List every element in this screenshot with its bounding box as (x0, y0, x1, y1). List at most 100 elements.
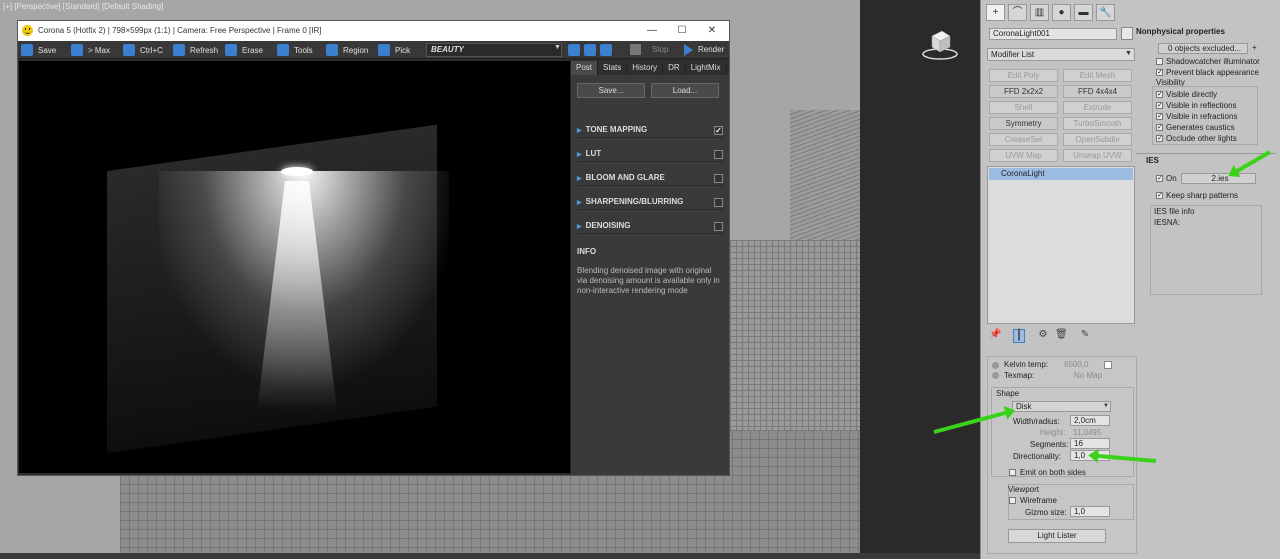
kelvin-color-swatch[interactable] (1104, 361, 1112, 369)
status-strip (0, 553, 980, 559)
stop-icon[interactable] (630, 44, 641, 55)
modifier-button[interactable]: CreaseSet (989, 133, 1058, 146)
texmap-radio[interactable] (992, 372, 999, 379)
modifier-button[interactable]: OpenSubdiv (1063, 133, 1132, 146)
save-button[interactable]: Save (21, 43, 56, 57)
tab-lightmix[interactable]: LightMix (686, 61, 727, 75)
generates-caustics-checkbox[interactable]: ✓ (1156, 124, 1163, 131)
viewcube-icon[interactable] (920, 22, 960, 62)
tab-modify[interactable]: ⌒ (1008, 4, 1027, 21)
nonphysical-title[interactable]: Nonphysical properties (1136, 27, 1225, 36)
vfb-tabs: Post Stats History DR LightMix (571, 61, 729, 75)
pin-stack-icon[interactable]: 📌 (989, 329, 1001, 343)
visible-refractions-checkbox[interactable]: ✓ (1156, 113, 1163, 120)
section-tone-mapping[interactable]: ▶ TONE MAPPING ✓ (577, 122, 723, 138)
bloom-glare-checkbox[interactable] (714, 174, 723, 183)
tools-button[interactable]: Tools (277, 43, 313, 57)
width-spinner[interactable]: 2,0cm (1070, 415, 1110, 426)
modifier-button[interactable]: Edit Poly (989, 69, 1058, 82)
channel-dropdown[interactable]: BEAUTY (426, 43, 562, 57)
tab-hierarchy[interactable]: ▥ (1030, 4, 1049, 21)
tone-mapping-checkbox[interactable]: ✓ (714, 126, 723, 135)
zoom-out-icon[interactable] (584, 44, 596, 56)
wireframe-checkbox[interactable] (1009, 497, 1016, 504)
modifier-button[interactable]: FFD 4x4x4 (1063, 85, 1132, 98)
texmap-button[interactable]: No Map (1074, 371, 1102, 380)
object-name-field[interactable]: CoronaLight001 (989, 28, 1117, 40)
visible-directly-checkbox[interactable]: ✓ (1156, 91, 1163, 98)
tab-display[interactable]: ▬ (1074, 4, 1093, 21)
max-button[interactable]: > Max (71, 43, 110, 57)
modifier-button[interactable]: Extrude (1063, 101, 1132, 114)
light-lister-button[interactable]: Light Lister (1008, 529, 1106, 543)
modifier-button[interactable]: Shell (989, 101, 1058, 114)
post-load-button[interactable]: Load... (651, 83, 719, 98)
vfb-title-bar[interactable]: Corona 5 (Hotfix 2) | 798×599px (1:1) | … (18, 21, 729, 41)
modifier-button[interactable]: TurboSmooth (1063, 117, 1132, 130)
render-icon[interactable] (684, 44, 693, 56)
corona-vfb-window[interactable]: Corona 5 (Hotfix 2) | 798×599px (1:1) | … (17, 20, 730, 476)
modifier-button[interactable]: Symmetry (989, 117, 1058, 130)
tab-post[interactable]: Post (571, 61, 599, 75)
floppy-icon (21, 44, 33, 56)
ctrlc-button[interactable]: Ctrl+C (123, 43, 163, 57)
tab-stats[interactable]: Stats (598, 61, 628, 75)
render-button[interactable]: Render (698, 45, 724, 54)
section-sharpening[interactable]: ▶ SHARPENING/BLURRING (577, 194, 723, 210)
section-bloom-glare[interactable]: ▶ BLOOM AND GLARE (577, 170, 723, 186)
refresh-button[interactable]: Refresh (173, 43, 218, 57)
post-save-button[interactable]: Save... (577, 83, 645, 98)
modifier-button[interactable]: Edit Mesh (1063, 69, 1132, 82)
add-exclude-button[interactable]: + (1252, 43, 1257, 52)
minimize-button[interactable]: — (637, 21, 667, 41)
pick-button[interactable]: Pick (378, 43, 410, 57)
erase-button[interactable]: Erase (225, 43, 263, 57)
tab-create[interactable]: + (986, 4, 1005, 21)
modifier-button[interactable]: FFD 2x2x2 (989, 85, 1058, 98)
prevent-black-checkbox[interactable]: ✓ (1156, 69, 1163, 76)
sharpening-checkbox[interactable] (714, 198, 723, 207)
modifier-stack[interactable]: CoronaLight (987, 166, 1135, 324)
make-unique-icon[interactable]: ⚙ (1037, 329, 1049, 343)
denoising-checkbox[interactable] (714, 222, 723, 231)
tab-history[interactable]: History (627, 61, 664, 75)
modifier-list-dropdown[interactable]: Modifier List (987, 48, 1135, 61)
kelvin-radio[interactable] (992, 362, 999, 369)
ies-on-checkbox[interactable]: ✓ (1156, 175, 1163, 182)
height-value[interactable]: 11,0495 (1073, 428, 1101, 437)
shape-dropdown[interactable]: Disk (1012, 401, 1111, 412)
keep-sharp-checkbox[interactable]: ✓ (1156, 192, 1163, 199)
kelvin-label: Kelvin temp: (1004, 360, 1049, 369)
kelvin-value[interactable]: 6500,0 (1064, 360, 1088, 369)
stop-button[interactable]: Stop (652, 45, 668, 54)
section-lut[interactable]: ▶ LUT (577, 146, 723, 162)
shadowcatcher-checkbox[interactable] (1156, 58, 1163, 65)
zoom-in-icon[interactable] (568, 44, 580, 56)
ies-file-button[interactable]: 2.ies (1181, 173, 1256, 184)
show-end-result-icon[interactable]: ┃ (1013, 329, 1025, 343)
triangle-right-icon: ▶ (577, 128, 582, 134)
tab-dr[interactable]: DR (663, 61, 686, 75)
tab-utilities[interactable]: 🔧 (1096, 4, 1115, 21)
modifier-button[interactable]: Unwrap UVW (1063, 149, 1132, 162)
occlude-lights-checkbox[interactable]: ✓ (1156, 135, 1163, 142)
close-button[interactable]: ✕ (697, 21, 727, 41)
tab-motion[interactable]: ● (1052, 4, 1071, 21)
object-color-swatch[interactable] (1121, 27, 1133, 40)
viewport-label[interactable]: [+] [Perspective] [Standard] [Default Sh… (3, 2, 163, 11)
stack-item-coronalight[interactable]: CoronaLight (989, 168, 1133, 180)
zoom-fit-icon[interactable] (600, 44, 612, 56)
section-denoising[interactable]: ▶ DENOISING (577, 218, 723, 234)
maximize-button[interactable]: ☐ (667, 21, 697, 41)
configure-modifier-sets-icon[interactable]: ✎ (1079, 329, 1091, 343)
remove-modifier-icon[interactable]: 🗑 (1055, 329, 1068, 343)
lut-checkbox[interactable] (714, 150, 723, 159)
modifier-button[interactable]: UVW Map (989, 149, 1058, 162)
ies-title[interactable]: IES (1146, 156, 1159, 165)
emit-both-sides-checkbox[interactable] (1009, 469, 1016, 476)
region-button[interactable]: Region (326, 43, 368, 57)
objects-excluded-button[interactable]: 0 objects excluded... (1158, 43, 1248, 54)
gizmo-size-spinner[interactable]: 1,0 (1070, 506, 1110, 517)
visible-reflections-checkbox[interactable]: ✓ (1156, 102, 1163, 109)
render-image[interactable] (19, 61, 570, 473)
